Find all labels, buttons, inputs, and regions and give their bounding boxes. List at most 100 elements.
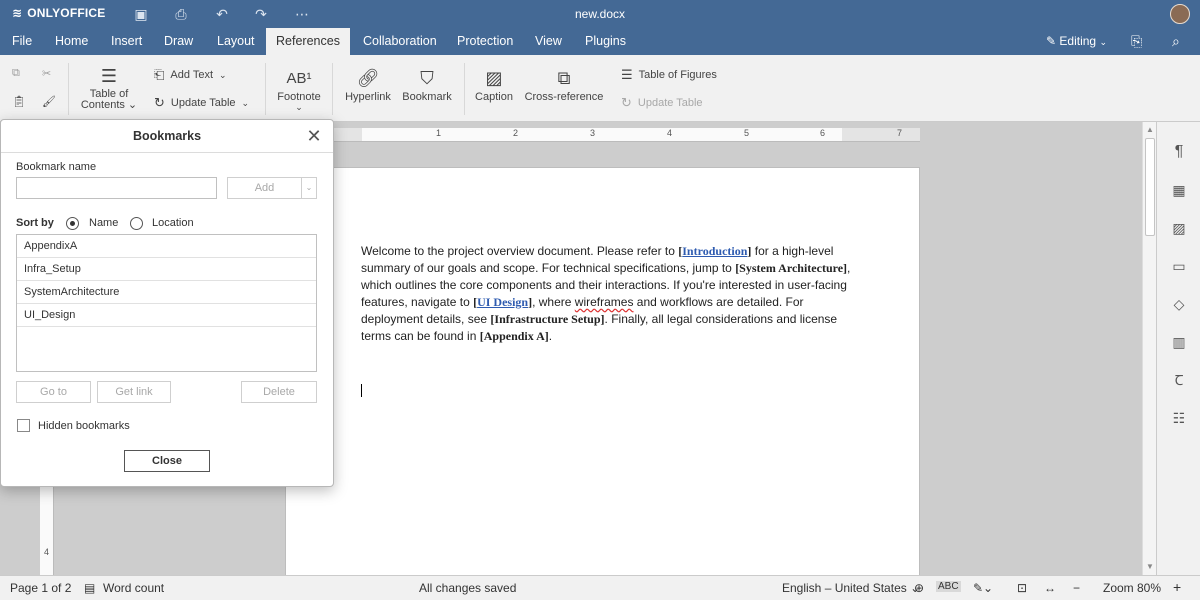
- tab-collaboration[interactable]: Collaboration: [355, 28, 445, 55]
- cross-reference-icon: ⧉: [557, 67, 571, 88]
- header-footer-settings-icon[interactable]: ▭: [1169, 256, 1189, 276]
- zoom-level[interactable]: Zoom 80%: [1103, 581, 1161, 595]
- cross-reference-button[interactable]: ⧉ Cross-reference: [522, 65, 606, 104]
- search-icon[interactable]: ⌕: [1172, 28, 1180, 55]
- tab-insert[interactable]: Insert: [103, 28, 150, 55]
- shape-settings-icon[interactable]: ◇: [1169, 294, 1189, 314]
- globe-icon[interactable]: ⊕: [914, 581, 924, 595]
- hyperlink-button[interactable]: 🔗︎ Hyperlink: [342, 65, 394, 104]
- update-figures-table-button[interactable]: ↻ Update Table: [621, 95, 703, 111]
- misspelled-word[interactable]: wireframes: [575, 295, 634, 309]
- editing-mode-button[interactable]: ✎ Editing ⌄: [1046, 28, 1107, 55]
- caption-button[interactable]: ▨ Caption: [471, 65, 517, 104]
- right-side-panel: ¶ ▦ ▨ ▭ ◇ ▥ Ꞇ ☷: [1156, 122, 1200, 575]
- bookmark-name-input[interactable]: [16, 177, 217, 199]
- bookmark-icon: ⛉: [420, 67, 434, 88]
- scroll-up-icon[interactable]: ▲: [1143, 124, 1157, 136]
- delete-button[interactable]: Delete: [241, 381, 317, 403]
- infrastructure-setup-reference: [Infrastructure Setup]: [490, 312, 605, 326]
- title-bar: ≋ ONLYOFFICE ▣ ⎙ ↶ ↷ ⋯ new.docx: [0, 0, 1200, 28]
- fit-width-icon[interactable]: ↔: [1044, 581, 1056, 595]
- update-table-button[interactable]: ↻ Update Table ⌄: [154, 95, 249, 111]
- table-of-contents-icon: ☰: [100, 65, 118, 86]
- bookmark-button[interactable]: ⛉ Bookmark: [400, 65, 454, 104]
- dialog-title: Bookmarks: [1, 120, 333, 153]
- sort-location-radio[interactable]: [130, 217, 143, 230]
- menu-tab-bar: File Home Insert Draw Layout References …: [0, 28, 1200, 55]
- introduction-link[interactable]: Introduction: [682, 244, 747, 258]
- spellcheck-icon[interactable]: ABC: [936, 581, 961, 592]
- page-indicator[interactable]: Page 1 of 2: [10, 581, 71, 595]
- refresh-icon: ↻: [154, 95, 165, 110]
- language-selector[interactable]: English – United States ⌄: [782, 581, 920, 595]
- footnote-button[interactable]: AB¹ Footnote ⌄: [274, 65, 324, 112]
- hidden-bookmarks-label: Hidden bookmarks: [38, 420, 130, 432]
- table-of-figures-button[interactable]: ☰ Table of Figures: [621, 67, 717, 83]
- horizontal-ruler[interactable]: 1 2 3 4 5 6 7: [334, 128, 920, 142]
- chevron-down-icon: ⌄: [219, 69, 227, 80]
- ui-design-link[interactable]: UI Design: [477, 295, 528, 309]
- tab-protection[interactable]: Protection: [449, 28, 521, 55]
- chevron-down-icon: ⌄: [295, 102, 303, 112]
- tab-layout[interactable]: Layout: [209, 28, 263, 55]
- bookmark-name-label: Bookmark name: [16, 161, 97, 173]
- appendix-a-reference: [Appendix A]: [479, 329, 549, 343]
- references-toolbar: ⧉ ✂ 📋︎ 🖌︎ ☰ Table of Contents ⌄ ⎗ Add Te…: [0, 55, 1200, 122]
- image-settings-icon[interactable]: ▨: [1169, 218, 1189, 238]
- word-count-button[interactable]: Word count: [103, 581, 164, 595]
- sort-name-radio[interactable]: [66, 217, 79, 230]
- refresh-icon: ↻: [621, 95, 632, 110]
- bookmarks-dialog: Bookmarks ✕ Bookmark name Add ⌄ Sort by …: [0, 119, 334, 487]
- tab-plugins[interactable]: Plugins: [577, 28, 634, 55]
- tab-references[interactable]: References: [266, 28, 350, 55]
- list-item[interactable]: UI_Design: [17, 304, 316, 327]
- zoom-out-icon[interactable]: −: [1073, 581, 1080, 595]
- tab-file[interactable]: File: [4, 28, 40, 55]
- add-bookmark-button[interactable]: Add: [227, 177, 302, 199]
- vertical-ruler[interactable]: 4: [40, 485, 54, 575]
- document-page[interactable]: [285, 167, 920, 577]
- status-bar: Page 1 of 2 ▤ Word count All changes sav…: [0, 575, 1200, 600]
- paste-icon[interactable]: 📋︎: [12, 95, 26, 108]
- track-changes-icon[interactable]: ✎⌄: [973, 581, 993, 595]
- list-item[interactable]: SystemArchitecture: [17, 281, 316, 304]
- chart-settings-icon[interactable]: ▥: [1169, 332, 1189, 352]
- add-text-icon: ⎗: [154, 67, 165, 82]
- table-of-contents-button[interactable]: ☰ Table of Contents ⌄: [78, 63, 140, 111]
- fit-page-icon[interactable]: ⊡: [1017, 581, 1027, 595]
- list-item[interactable]: Infra_Setup: [17, 258, 316, 281]
- list-item[interactable]: AppendixA: [17, 235, 316, 258]
- zoom-in-icon[interactable]: +: [1173, 579, 1181, 595]
- close-icon[interactable]: ✕: [305, 127, 323, 145]
- tab-view[interactable]: View: [527, 28, 570, 55]
- sort-name-label: Name: [89, 217, 119, 229]
- save-status: All changes saved: [419, 581, 517, 595]
- user-avatar[interactable]: [1170, 4, 1190, 24]
- document-body-text[interactable]: Welcome to the project overview document…: [361, 243, 851, 345]
- vertical-scrollbar[interactable]: ▲ ▼: [1142, 122, 1156, 575]
- go-to-button[interactable]: Go to: [16, 381, 91, 403]
- get-link-button[interactable]: Get link: [97, 381, 171, 403]
- add-options-chevron-icon[interactable]: ⌄: [301, 177, 317, 199]
- scroll-down-icon[interactable]: ▼: [1143, 561, 1157, 573]
- add-text-button[interactable]: ⎗ Add Text ⌄: [154, 67, 227, 83]
- paragraph-settings-icon[interactable]: ¶: [1169, 142, 1189, 162]
- sort-by-label: Sort by: [16, 217, 54, 229]
- table-settings-icon[interactable]: ▦: [1169, 180, 1189, 200]
- system-architecture-reference: [System Architecture]: [735, 261, 848, 275]
- tab-home[interactable]: Home: [47, 28, 96, 55]
- hidden-bookmarks-checkbox[interactable]: [17, 419, 30, 432]
- cut-icon[interactable]: ✂: [42, 67, 51, 80]
- word-count-icon: ▤: [84, 581, 96, 595]
- open-file-location-icon[interactable]: ⎘: [1131, 28, 1142, 55]
- form-settings-icon[interactable]: ☷: [1169, 408, 1189, 428]
- format-painter-icon[interactable]: 🖌︎: [42, 95, 56, 108]
- caption-icon: ▨: [485, 67, 503, 88]
- sort-location-label: Location: [152, 217, 194, 229]
- tab-draw[interactable]: Draw: [156, 28, 201, 55]
- copy-icon[interactable]: ⧉: [12, 67, 20, 80]
- table-of-figures-icon: ☰: [621, 67, 633, 82]
- text-art-settings-icon[interactable]: Ꞇ: [1169, 370, 1189, 390]
- scrollbar-thumb[interactable]: [1145, 138, 1155, 236]
- close-button[interactable]: Close: [124, 450, 210, 472]
